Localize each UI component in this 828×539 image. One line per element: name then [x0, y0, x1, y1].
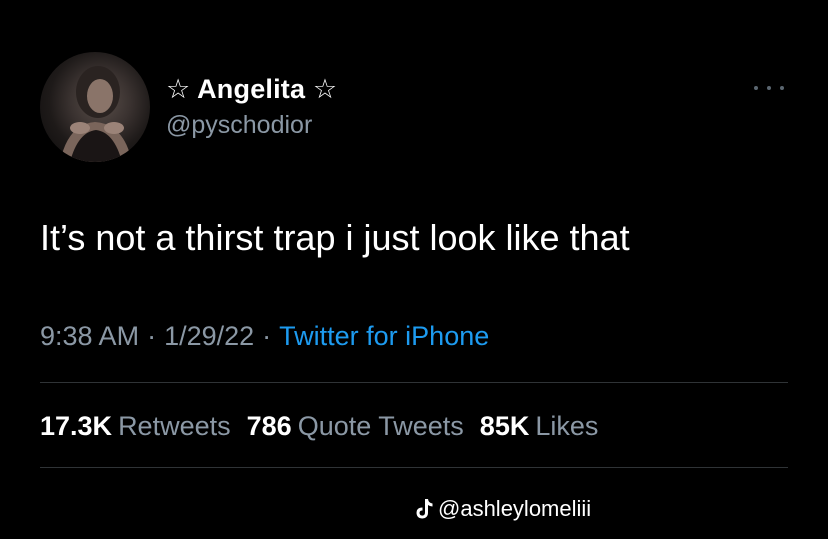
author-info[interactable]: ☆ Angelita ☆ @pyschodior	[166, 72, 337, 142]
quote-tweets-stat[interactable]: 786 Quote Tweets	[247, 411, 480, 441]
tweet-source-link[interactable]: Twitter for iPhone	[279, 321, 489, 351]
divider	[40, 382, 788, 383]
display-name[interactable]: ☆ Angelita ☆	[166, 72, 337, 106]
tweet-time[interactable]: 9:38 AM	[40, 321, 139, 351]
more-dot	[767, 86, 771, 90]
likes-count: 85K	[479, 411, 530, 441]
engagement-stats: 17.3K Retweets 786 Quote Tweets 85K Likes	[40, 408, 614, 444]
more-dot	[780, 86, 784, 90]
username-handle[interactable]: @pyschodior	[166, 108, 337, 142]
retweets-label: Retweets	[118, 411, 231, 441]
quote-tweets-label: Quote Tweets	[297, 411, 464, 441]
tweet-text: It’s not a thirst trap i just look like …	[40, 217, 630, 258]
quote-tweets-count: 786	[246, 411, 292, 441]
tiktok-icon	[416, 499, 433, 519]
likes-stat[interactable]: 85K Likes	[480, 411, 615, 441]
more-dot	[754, 86, 758, 90]
avatar[interactable]	[40, 52, 150, 162]
watermark-handle: @ashleylomeliii	[438, 496, 592, 521]
more-options-icon[interactable]	[754, 82, 784, 94]
meta-separator: ·	[147, 321, 157, 351]
retweets-stat[interactable]: 17.3K Retweets	[40, 411, 247, 441]
tweet-date[interactable]: 1/29/22	[164, 321, 254, 351]
tweet-card: ☆ Angelita ☆ @pyschodior It’s not a thir…	[0, 0, 828, 539]
avatar-portrait-icon	[60, 66, 132, 162]
retweets-count: 17.3K	[40, 411, 113, 441]
tweet-metadata: 9:38 AM · 1/29/22 · Twitter for iPhone	[40, 318, 489, 354]
likes-label: Likes	[535, 411, 599, 441]
meta-separator: ·	[262, 321, 272, 351]
tiktok-watermark: @ashleylomeliii	[414, 494, 591, 524]
divider	[40, 467, 788, 468]
